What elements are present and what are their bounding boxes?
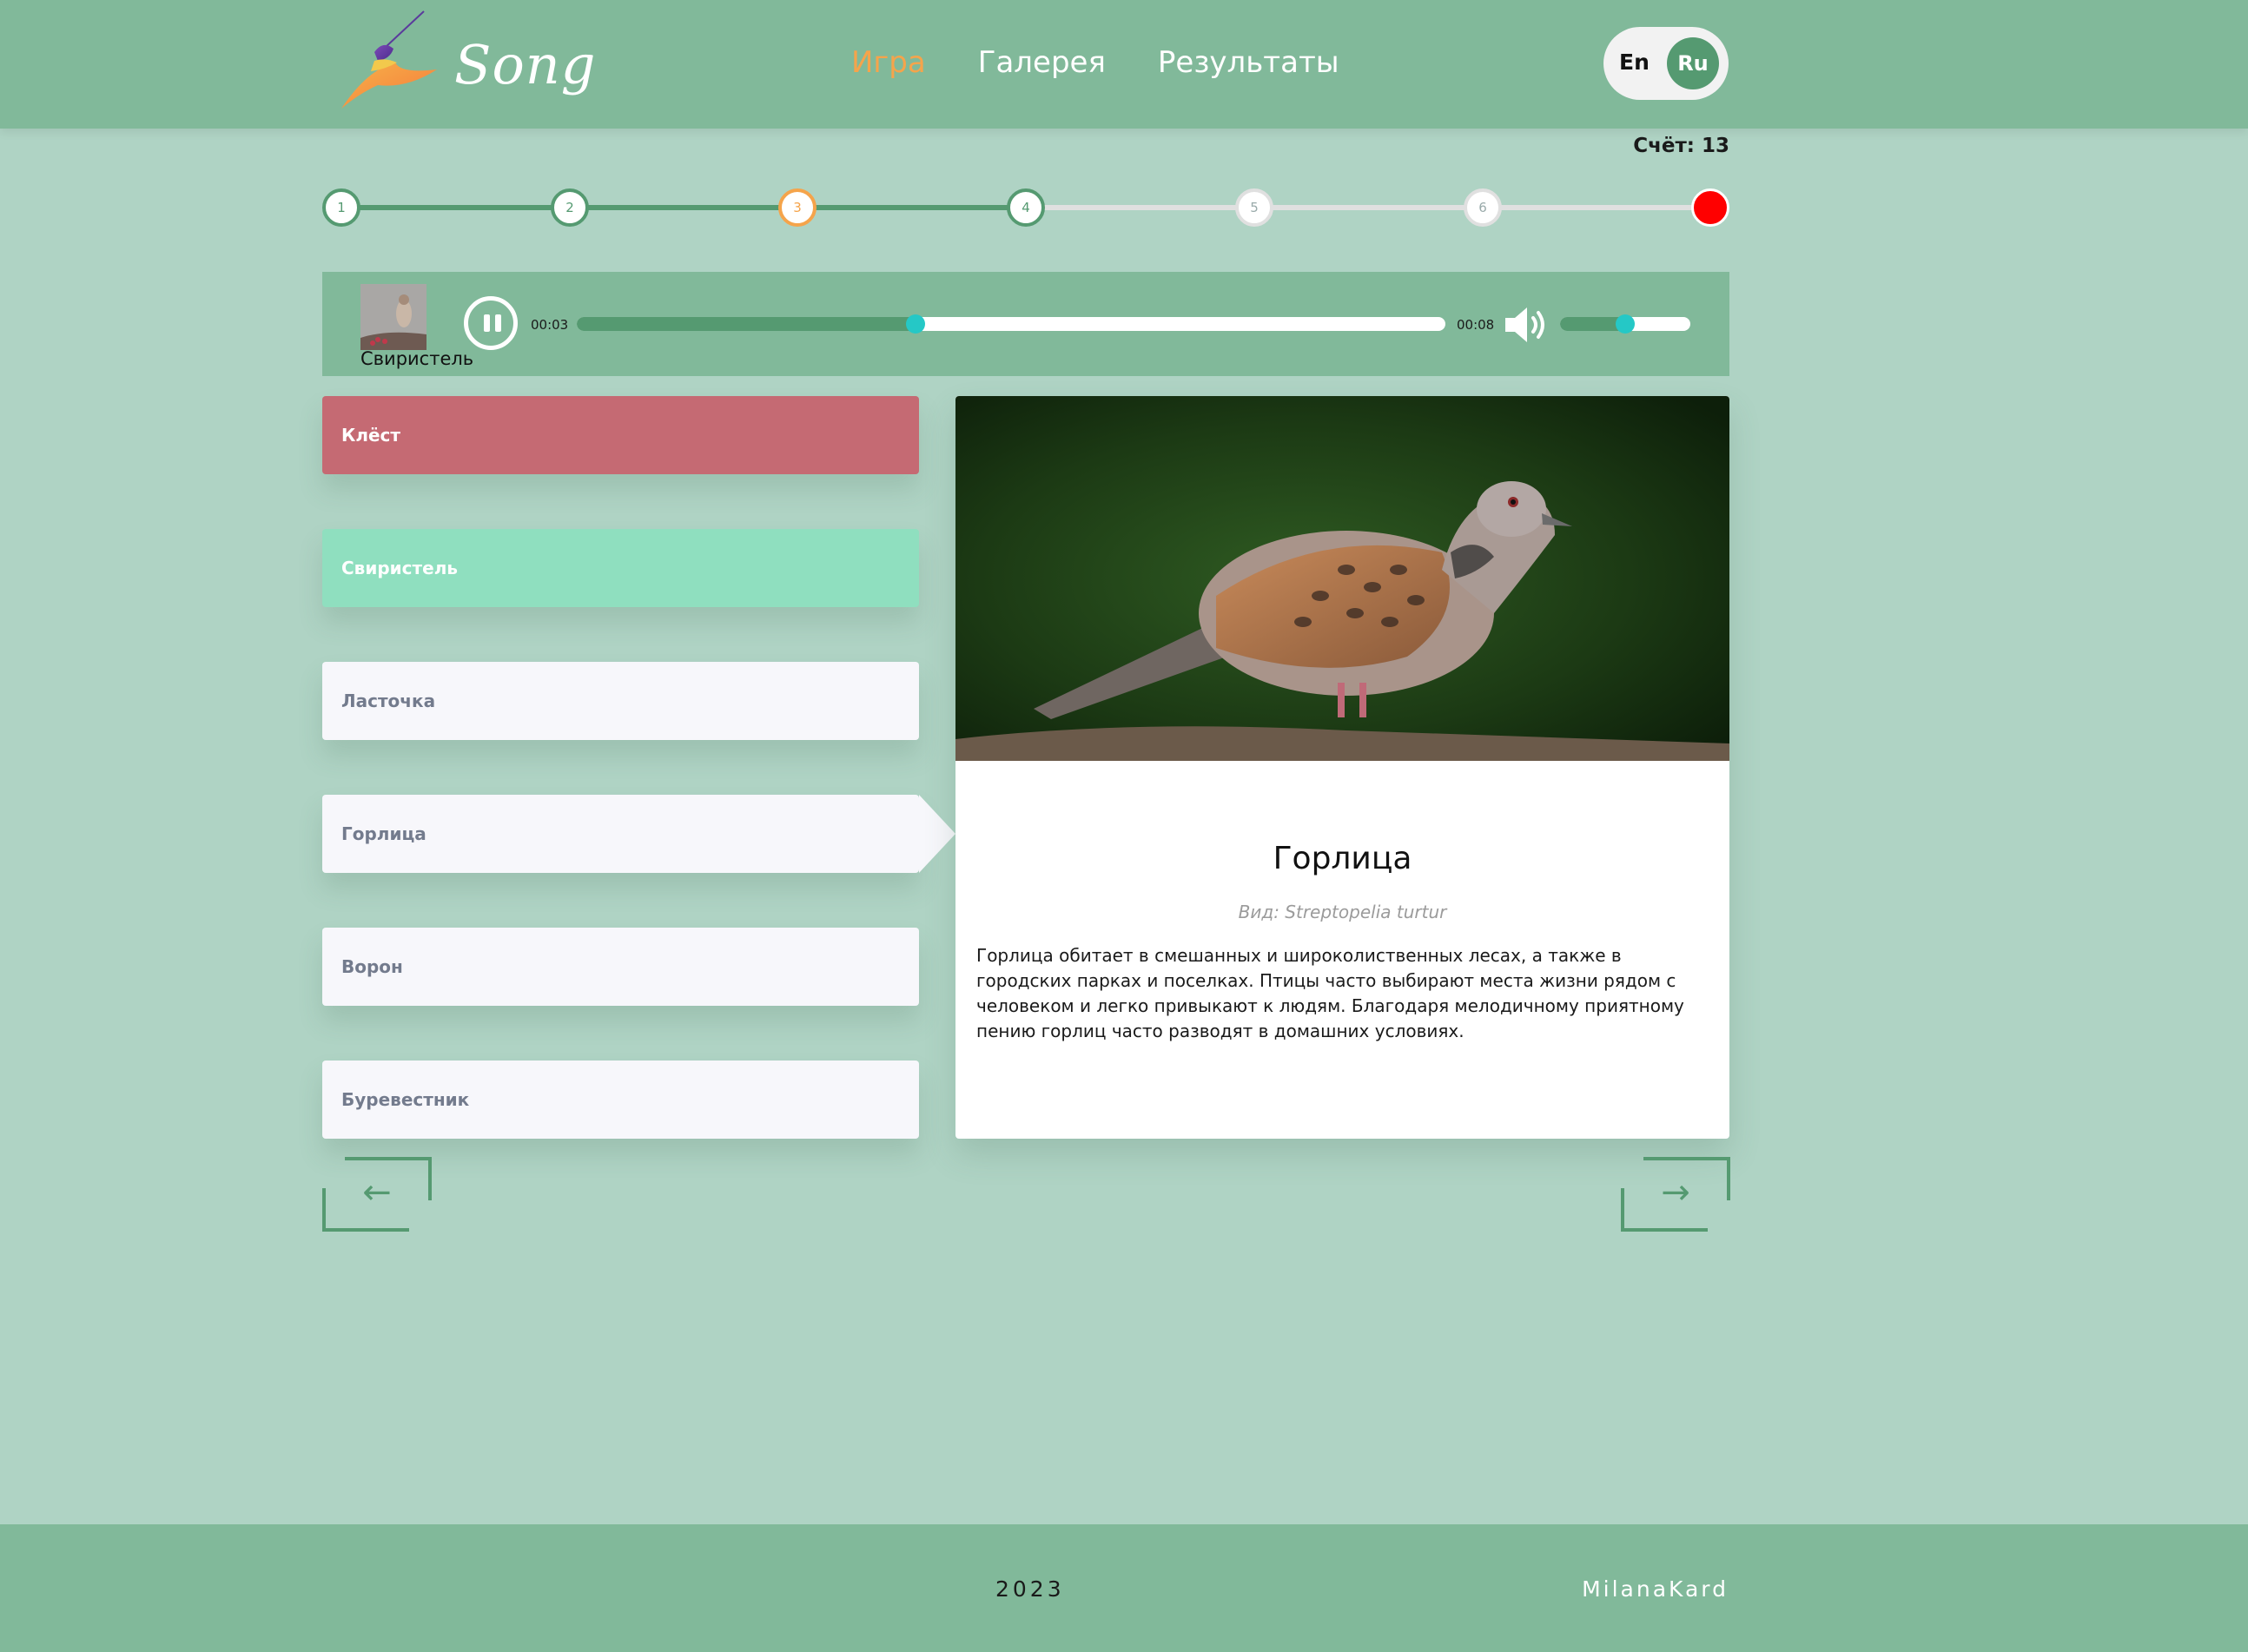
volume-slider[interactable] <box>1560 314 1690 334</box>
waxwing-thumbnail-image <box>360 284 426 350</box>
hummingbird-logo-icon <box>341 10 437 109</box>
lang-en-option[interactable]: En <box>1619 50 1650 75</box>
answer-option-5[interactable]: Ворон <box>322 928 919 1006</box>
step-3: 3 <box>778 188 817 227</box>
answer-option-4[interactable]: Горлица <box>322 795 955 873</box>
score-label: Счёт: 13 <box>1633 135 1729 157</box>
duration-time: 00:08 <box>1457 317 1495 333</box>
answer-option-3[interactable]: Ласточка <box>322 662 919 740</box>
language-toggle[interactable]: En Ru <box>1603 27 1729 100</box>
bird-title: Горлица <box>1273 841 1412 876</box>
step-final-marker <box>1691 188 1729 227</box>
answer-option-6[interactable]: Буревестник <box>322 1061 919 1139</box>
main-nav: Игра Галерея Результаты <box>851 45 1339 80</box>
bird-thumbnail <box>360 284 426 350</box>
bird-species: Вид: Streptopelia turtur <box>1238 902 1447 922</box>
bird-photo <box>955 396 1729 761</box>
step-6: 6 <box>1464 188 1502 227</box>
lang-ru-option[interactable]: Ru <box>1667 37 1719 89</box>
footer: 2023 MilanaKard <box>0 1524 2248 1652</box>
step-2: 2 <box>551 188 589 227</box>
nav-item-gallery[interactable]: Галерея <box>978 45 1106 80</box>
pause-icon-bar-right <box>495 314 501 332</box>
progress-stepper: 1 2 3 4 5 6 <box>321 187 1730 228</box>
footer-year: 2023 <box>995 1576 1065 1602</box>
bird-description: Горлица обитает в смешанных и широколист… <box>976 945 1684 1041</box>
logo[interactable]: Song <box>333 9 595 117</box>
step-5: 5 <box>1235 188 1273 227</box>
header: Song Игра Галерея Результаты En Ru <box>0 0 2248 129</box>
progress-fill <box>577 317 916 331</box>
next-button[interactable]: → <box>1621 1157 1730 1232</box>
answer-option-1[interactable]: Клёст <box>322 396 919 474</box>
selection-pointer <box>919 795 955 873</box>
stepper-line-future <box>1028 205 1711 210</box>
prev-button[interactable]: ← <box>322 1157 432 1232</box>
progress-handle[interactable] <box>906 314 925 334</box>
pause-icon-bar-left <box>484 314 490 332</box>
pause-button[interactable] <box>464 296 518 350</box>
step-4: 4 <box>1007 188 1045 227</box>
volume-handle[interactable] <box>1616 314 1635 334</box>
volume-icon[interactable] <box>1504 305 1550 345</box>
bird-details-card: Горлица Вид: Streptopelia turtur Горлица… <box>955 396 1729 1139</box>
stepper-line-done <box>342 205 1028 210</box>
logo-text: Song <box>454 33 597 96</box>
step-1: 1 <box>322 188 360 227</box>
progress-slider[interactable] <box>577 314 1445 334</box>
arrow-left-icon: ← <box>362 1173 392 1213</box>
answer-option-4-label: Горлица <box>341 823 426 844</box>
arrow-right-icon: → <box>1661 1173 1690 1213</box>
nav-item-results[interactable]: Результаты <box>1158 45 1339 80</box>
footer-author-link[interactable]: MilanaKard <box>1582 1576 1729 1602</box>
nav-item-game[interactable]: Игра <box>851 45 926 80</box>
thumbnail-caption: Свиристель <box>360 348 474 369</box>
answer-option-2[interactable]: Свиристель <box>322 529 919 607</box>
audio-player: Свиристель 00:03 00:08 <box>322 272 1729 376</box>
current-time: 00:03 <box>531 317 569 333</box>
